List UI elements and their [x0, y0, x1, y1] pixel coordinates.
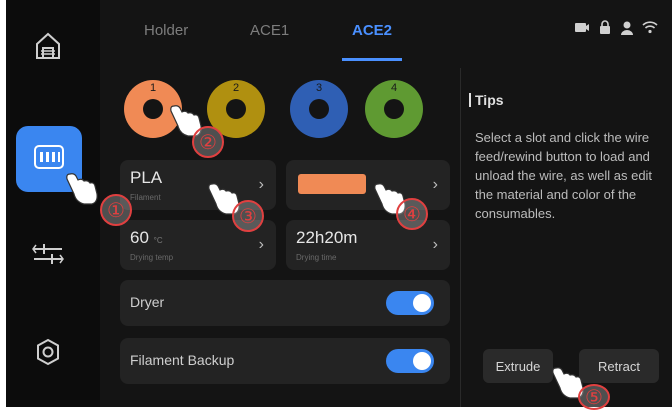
nav-home-button[interactable]	[20, 20, 76, 76]
slot-number: 1	[149, 82, 157, 94]
spool-hub	[143, 99, 163, 119]
chevron-right-icon: ›	[258, 176, 264, 193]
home-icon	[33, 30, 63, 67]
screen: Holder ACE1 ACE2 1 2 3 4 PLA Filament › …	[0, 0, 672, 410]
nav-controls-button[interactable]	[20, 228, 76, 284]
drying-time-value: 22h20m	[296, 228, 358, 247]
camera-icon	[574, 20, 590, 38]
filament-backup-toggle[interactable]	[386, 349, 434, 373]
tab-bar: Holder ACE1 ACE2	[100, 0, 672, 66]
filament-backup-row: Filament Backup	[120, 338, 450, 384]
filament-backup-label: Filament Backup	[130, 352, 235, 368]
chevron-right-icon: ›	[258, 236, 264, 253]
slot-number: 2	[232, 82, 240, 94]
spool-hub	[384, 99, 404, 119]
toggle-knob	[413, 294, 431, 312]
chevron-right-icon: ›	[432, 176, 438, 193]
dryer-label: Dryer	[130, 294, 165, 310]
user-icon	[620, 20, 634, 38]
slot-number: 4	[390, 82, 398, 94]
tips-title: Tips	[469, 92, 504, 108]
callout-4: ④	[396, 198, 428, 230]
filament-color-selector[interactable]: ›	[286, 160, 450, 210]
retract-button[interactable]: Retract	[579, 349, 659, 383]
tab-ace1[interactable]: ACE1	[250, 22, 289, 39]
tab-holder[interactable]: Holder	[144, 22, 188, 39]
dryer-row: Dryer	[120, 280, 450, 326]
callout-3: ③	[232, 200, 264, 232]
callout-1: ①	[100, 194, 132, 226]
toggle-knob	[413, 352, 431, 370]
spool-hub	[309, 99, 329, 119]
filament-color-swatch	[298, 174, 366, 194]
tips-body: Select a slot and click the wire feed/re…	[475, 130, 653, 221]
drying-temp-caption: Drying temp	[130, 253, 174, 262]
spool-slot-4[interactable]: 4	[365, 80, 423, 138]
spool-slot-3[interactable]: 3	[290, 80, 348, 138]
material-value: PLA	[130, 168, 163, 187]
drying-time-caption: Drying time	[296, 253, 337, 262]
drying-temp-unit: °C	[153, 236, 163, 245]
filament-box-icon	[32, 143, 66, 176]
pointing-hand-icon	[66, 173, 98, 205]
ace-panel: 1 2 3 4 PLA Filament › › 60 °C Drying te…	[100, 68, 452, 407]
chevron-right-icon: ›	[432, 236, 438, 253]
spool-hub	[226, 99, 246, 119]
tips-panel: Tips Select a slot and click the wire fe…	[460, 68, 672, 407]
callout-2: ②	[192, 126, 224, 158]
wifi-icon	[642, 20, 658, 38]
callout-5: ⑤	[578, 384, 610, 410]
status-icons	[574, 20, 658, 38]
drying-temp-value: 60	[130, 228, 149, 247]
lock-icon	[598, 20, 612, 38]
nav-settings-button[interactable]	[20, 326, 76, 382]
extrude-button[interactable]: Extrude	[483, 349, 553, 383]
active-tab-indicator	[342, 58, 402, 61]
material-caption: Filament	[130, 193, 161, 202]
drying-time-setting[interactable]: 22h20m Drying time ›	[286, 220, 450, 270]
dryer-toggle[interactable]	[386, 291, 434, 315]
slot-number: 3	[315, 82, 323, 94]
settings-icon	[33, 337, 63, 372]
tab-ace2[interactable]: ACE2	[352, 22, 392, 39]
controls-icon	[32, 239, 64, 274]
